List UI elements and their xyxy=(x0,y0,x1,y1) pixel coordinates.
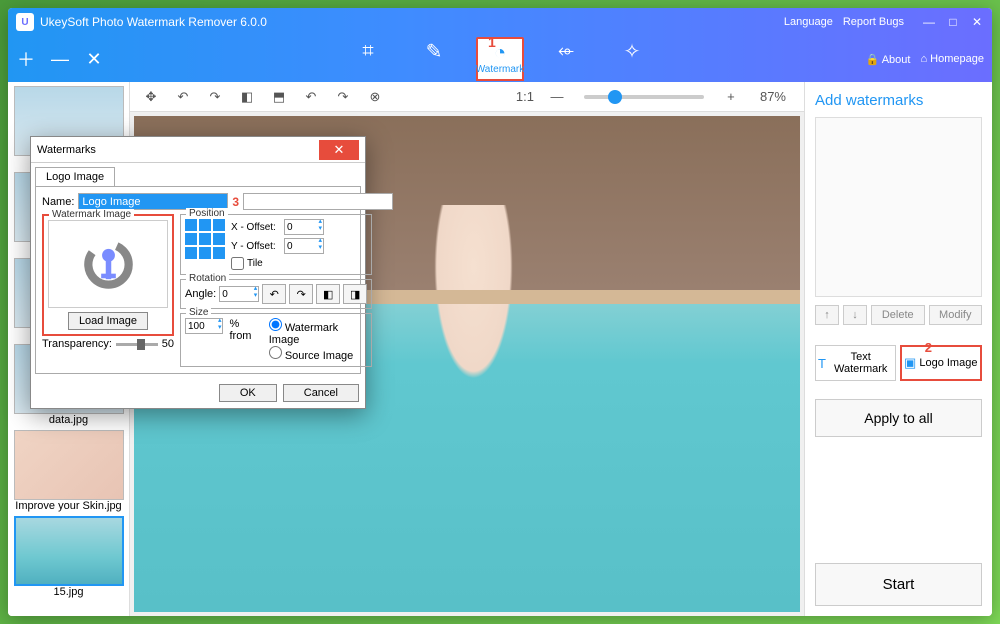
thumbnail: Improve your Skin.jpg xyxy=(12,430,125,512)
thumbnail-selected: 15.jpg xyxy=(12,516,125,598)
about-link[interactable]: 🔒 About xyxy=(866,53,911,66)
modify-button[interactable]: Modify xyxy=(929,305,983,325)
logo-image-button[interactable]: ▣Logo Image xyxy=(900,345,983,381)
app-logo-icon: U xyxy=(16,13,34,31)
zoom-in-button[interactable]: + xyxy=(718,86,744,108)
annotation-2: 2 xyxy=(925,340,932,355)
zoom-slider[interactable] xyxy=(584,95,704,99)
position-group: Position X - Offset:0 Y - Offset:0 Tile xyxy=(180,214,372,275)
dialog-title: Watermarks xyxy=(37,144,319,156)
watermark-tool-label: Watermark xyxy=(476,64,525,75)
flip-v-icon[interactable]: ⬒ xyxy=(266,86,292,108)
rotate-right-icon[interactable]: ↷ xyxy=(202,86,228,108)
zoom-fit-button[interactable]: 1:1 xyxy=(512,86,538,108)
image-icon: ▣ xyxy=(904,355,916,371)
undo-icon[interactable]: ↶ xyxy=(298,86,324,108)
remove-file-icon[interactable]: — xyxy=(50,49,70,69)
flip-v-icon[interactable]: ◨ xyxy=(343,284,367,304)
text-icon: T xyxy=(818,356,826,371)
main-toolbar: ＋ — ✕ ⌗ ✎ ◔ Watermark ⬰ ✧ 1 🔒 About ⌂ Ho… xyxy=(8,36,992,82)
eraser-icon: ⬰ xyxy=(558,40,574,62)
transparency-label: Transparency: xyxy=(42,338,112,350)
watermark-preview xyxy=(48,220,168,308)
size-opt-source[interactable] xyxy=(269,346,282,359)
watermarks-dialog: Watermarks ✕ Logo Image Name: 3 Watermar… xyxy=(30,136,366,409)
clear-files-icon[interactable]: ✕ xyxy=(84,49,104,69)
wand-tool[interactable]: ✧ xyxy=(608,37,656,62)
transparency-value: 50 xyxy=(162,338,174,350)
brush-tool[interactable]: ✎ xyxy=(410,37,458,62)
text-watermark-button[interactable]: TText Watermark xyxy=(815,345,896,381)
flip-h-icon[interactable]: ◧ xyxy=(234,86,260,108)
delete-button[interactable]: Delete xyxy=(871,305,925,325)
maximize-button[interactable]: □ xyxy=(946,15,960,29)
eraser-tool[interactable]: ⬰ xyxy=(542,37,590,62)
report-bugs-link[interactable]: Report Bugs xyxy=(843,16,904,28)
name-input-extra[interactable] xyxy=(243,193,393,210)
titlebar: U UkeySoft Photo Watermark Remover 6.0.0… xyxy=(8,8,992,36)
rotate-left-icon[interactable]: ↶ xyxy=(170,86,196,108)
crop-tool[interactable]: ⌗ xyxy=(344,37,392,62)
zoom-out-button[interactable]: — xyxy=(544,86,570,108)
rot-cw-icon[interactable]: ↷ xyxy=(289,284,313,304)
edit-toolbar: ✥ ↶ ↷ ◧ ⬒ ↶ ↷ ⊗ 1:1 — + 87% xyxy=(130,82,804,112)
x-offset-input[interactable]: 0 xyxy=(284,219,324,235)
dialog-close-button[interactable]: ✕ xyxy=(319,140,359,160)
size-opt-watermark[interactable] xyxy=(269,318,282,331)
wand-icon: ✧ xyxy=(624,40,641,62)
watermark-image-group: Watermark Image Load Image xyxy=(42,214,174,336)
redo-icon[interactable]: ↷ xyxy=(330,86,356,108)
crop-icon: ⌗ xyxy=(362,40,373,62)
size-group: Size 100 % from Watermark Image Source I… xyxy=(180,313,372,367)
cancel-button[interactable]: Cancel xyxy=(283,384,359,402)
move-down-button[interactable]: ↓ xyxy=(843,305,867,325)
discard-icon[interactable]: ⊗ xyxy=(362,86,388,108)
add-file-icon[interactable]: ＋ xyxy=(16,49,36,69)
angle-input[interactable]: 0 xyxy=(219,286,259,302)
right-panel: Add watermarks ↑ ↓ Delete Modify 2 TText… xyxy=(804,82,992,616)
watermark-list[interactable] xyxy=(815,117,982,297)
rotation-group: Rotation Angle: 0 ↶ ↷ ◧ ◨ xyxy=(180,279,372,309)
dialog-titlebar[interactable]: Watermarks ✕ xyxy=(31,137,365,163)
zoom-percent: 87% xyxy=(760,89,786,104)
ok-button[interactable]: OK xyxy=(219,384,277,402)
move-up-button[interactable]: ↑ xyxy=(815,305,839,325)
annotation-1: 1 xyxy=(488,34,496,50)
key-logo-icon xyxy=(81,237,136,292)
app-title: UkeySoft Photo Watermark Remover 6.0.0 xyxy=(40,15,267,29)
load-image-button[interactable]: Load Image xyxy=(68,312,148,330)
size-input[interactable]: 100 xyxy=(185,318,223,334)
annotation-3: 3 xyxy=(232,195,239,209)
language-link[interactable]: Language xyxy=(784,16,833,28)
transparency-slider[interactable] xyxy=(116,343,158,346)
start-button[interactable]: Start xyxy=(815,563,982,606)
apply-all-button[interactable]: Apply to all xyxy=(815,399,982,437)
window-close-button[interactable]: ✕ xyxy=(970,15,984,29)
minimize-button[interactable]: — xyxy=(922,15,936,29)
position-grid[interactable] xyxy=(185,219,225,270)
brush-icon: ✎ xyxy=(426,40,443,62)
name-label: Name: xyxy=(42,196,74,208)
watermark-tool[interactable]: ◔ Watermark xyxy=(476,37,524,81)
tile-checkbox[interactable] xyxy=(231,257,244,270)
move-tool-icon[interactable]: ✥ xyxy=(138,86,164,108)
flip-h-icon[interactable]: ◧ xyxy=(316,284,340,304)
logo-image-tab[interactable]: Logo Image xyxy=(35,167,115,186)
homepage-link[interactable]: ⌂ Homepage xyxy=(920,53,984,65)
rot-ccw-icon[interactable]: ↶ xyxy=(262,284,286,304)
y-offset-input[interactable]: 0 xyxy=(284,238,324,254)
panel-heading: Add watermarks xyxy=(815,92,982,109)
